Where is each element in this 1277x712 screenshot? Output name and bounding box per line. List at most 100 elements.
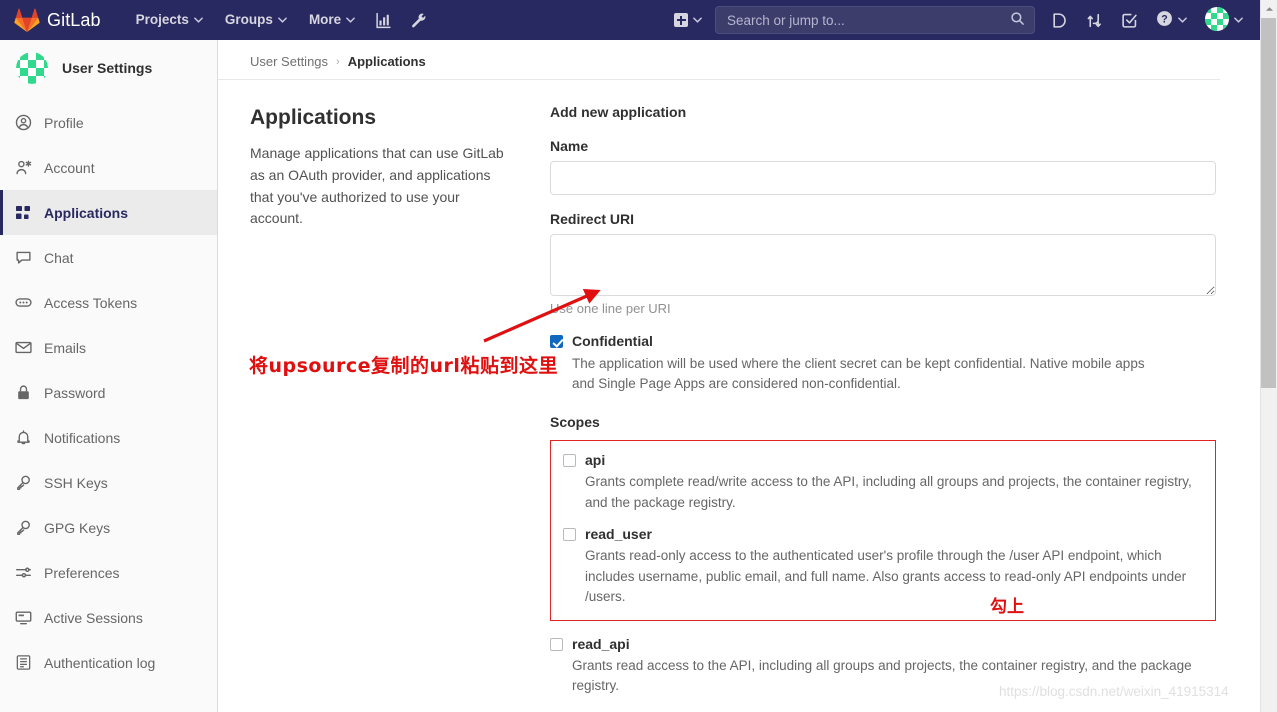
confidential-description: The application will be used where the c… [572, 355, 1145, 392]
sidebar-item-applications[interactable]: Applications [0, 190, 217, 235]
scope-item-read-api: read_api Grants read access to the API, … [550, 635, 1216, 697]
vertical-scrollbar[interactable] [1260, 0, 1277, 712]
scope-read-user-checkbox[interactable] [563, 528, 576, 542]
sidebar-label-password: Password [44, 384, 106, 401]
scope-read-user-label[interactable]: read_user [585, 525, 652, 544]
sidebar-item-ssh-keys[interactable]: SSH Keys [0, 460, 217, 505]
gitlab-fox-logo [14, 8, 40, 32]
scope-read-user-description: Grants read-only access to the authentic… [585, 548, 1187, 605]
navbar-right: ? [664, 0, 1260, 40]
scope-read-user-main: read_user [585, 525, 1203, 544]
sidebar-label-applications: Applications [44, 204, 129, 221]
scrollbar-thumb[interactable] [1261, 18, 1276, 388]
new-item-button[interactable] [664, 0, 708, 40]
key-icon [14, 519, 32, 537]
sidebar-item-chat[interactable]: Chat [0, 235, 217, 280]
search-icon[interactable] [1010, 11, 1025, 29]
sidebar-header[interactable]: User Settings [0, 40, 217, 96]
sidebar-item-authentication-log[interactable]: Authentication log [0, 640, 217, 685]
sidebar-item-gpg-keys[interactable]: GPG Keys [0, 505, 217, 550]
main-content: User Settings › Applications Application… [218, 40, 1260, 712]
search-input[interactable] [725, 11, 1010, 29]
user-avatar [1205, 6, 1229, 34]
sidebar-item-active-sessions[interactable]: Active Sessions [0, 595, 217, 640]
sidebar-title: User Settings [62, 60, 153, 76]
confidential-checkbox[interactable] [550, 335, 563, 348]
page-body: Applications Manage applications that ca… [218, 80, 1260, 712]
confidential-row: Confidential [550, 332, 1216, 351]
brand-text: GitLab [47, 9, 101, 30]
name-input[interactable] [550, 161, 1216, 195]
chat-bubble-icon [14, 249, 32, 267]
help-question-icon: ? [1156, 10, 1173, 30]
search-box[interactable] [715, 6, 1035, 34]
page-description: Manage applications that can use GitLab … [250, 145, 504, 227]
redirect-uri-textarea[interactable] [550, 234, 1216, 296]
applications-grid-icon [14, 204, 32, 222]
sidebar-item-notifications[interactable]: Notifications [0, 415, 217, 460]
top-navbar: GitLab Projects Groups More Search or ju… [0, 0, 1260, 40]
user-menu-button[interactable] [1196, 0, 1252, 40]
scope-api-label[interactable]: api [585, 451, 605, 470]
sidebar-item-access-tokens[interactable]: Access Tokens [0, 280, 217, 325]
scope-api-description: Grants complete read/write access to the… [585, 474, 1192, 510]
lock-icon [14, 384, 32, 402]
scope-read-api-main: read_api [572, 635, 1216, 654]
confidential-label[interactable]: Confidential [572, 332, 653, 351]
sidebar-label-active-sessions: Active Sessions [44, 609, 143, 626]
nav-groups-label: Groups [224, 12, 273, 27]
scope-api-checkbox[interactable] [563, 454, 576, 468]
breadcrumb-parent[interactable]: User Settings [250, 54, 328, 69]
plus-square-icon [674, 13, 688, 27]
sidebar-label-emails: Emails [44, 339, 87, 356]
wrench-icon[interactable] [401, 0, 436, 40]
sidebar-item-preferences[interactable]: Preferences [0, 550, 217, 595]
key-icon [14, 474, 32, 492]
sidebar-label-authentication-log: Authentication log [44, 654, 156, 671]
chevron-down-icon [1178, 17, 1187, 23]
sidebar-label-notifications: Notifications [44, 429, 121, 446]
confidential-main: Confidential [572, 332, 1216, 351]
chevron-down-icon [346, 17, 356, 23]
sidebar-label-gpg-keys: GPG Keys [44, 519, 111, 536]
gitlab-applications-page: GitLab Projects Groups More Search or ju… [0, 0, 1277, 712]
form-title: Add new application [550, 104, 687, 120]
scope-read-api-checkbox[interactable] [550, 637, 563, 651]
breadcrumb: User Settings › Applications [218, 40, 1220, 80]
sidebar-item-profile[interactable]: Profile [0, 100, 217, 145]
page-title: Applications [250, 106, 377, 129]
bell-icon [14, 429, 32, 447]
settings-description-column: Applications Manage applications that ca… [250, 104, 550, 712]
nav-projects-label: Projects [135, 12, 189, 27]
monitor-icon [14, 609, 32, 627]
nav-groups[interactable]: Groups [214, 0, 298, 40]
gitlab-home-link[interactable]: GitLab [0, 0, 109, 40]
redirect-uri-field-group: Redirect URI Use one line per URI [550, 211, 1216, 316]
scope-api-row: api [563, 451, 1203, 470]
sidebar-item-account[interactable]: Account [0, 145, 217, 190]
analytics-chart-icon[interactable] [366, 0, 401, 40]
todos-checkbox-icon[interactable] [1112, 0, 1147, 40]
redirect-uri-label: Redirect URI [550, 211, 635, 227]
scope-read-api-label[interactable]: read_api [572, 635, 630, 654]
sidebar-label-access-tokens: Access Tokens [44, 294, 138, 311]
nav-projects[interactable]: Projects [125, 0, 214, 40]
envelope-icon [14, 339, 32, 357]
scope-read-api-description: Grants read access to the API, including… [572, 657, 1192, 694]
chevron-down-icon [194, 17, 203, 23]
sliders-icon [14, 564, 32, 582]
scope-item-read-user: read_user Grants read-only access to the… [563, 525, 1203, 607]
scroll-up-arrow-icon[interactable] [1261, 0, 1277, 17]
chevron-down-icon [693, 17, 702, 23]
navbar-links: Projects Groups More [125, 0, 437, 40]
sidebar-item-emails[interactable]: Emails [0, 325, 217, 370]
help-menu-button[interactable]: ? [1147, 0, 1196, 40]
sidebar-label-ssh-keys: SSH Keys [44, 474, 108, 491]
redirect-uri-help: Use one line per URI [550, 301, 671, 316]
sidebar-item-password[interactable]: Password [0, 370, 217, 415]
issues-icon[interactable] [1042, 0, 1077, 40]
merge-requests-icon[interactable] [1077, 0, 1112, 40]
nav-more[interactable]: More [298, 0, 366, 40]
scope-api-main: api [585, 451, 1203, 470]
breadcrumb-current[interactable]: Applications [348, 54, 426, 69]
